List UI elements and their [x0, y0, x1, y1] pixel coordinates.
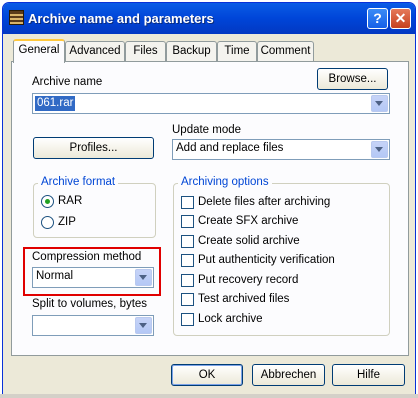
tab-backup[interactable]: Backup: [166, 41, 217, 61]
help-button[interactable]: Hilfe: [332, 364, 405, 386]
split-volumes-label: Split to volumes, bytes: [32, 298, 148, 310]
window-title: Archive name and parameters: [28, 11, 214, 26]
winrar-icon: [9, 10, 24, 25]
chevron-down-icon[interactable]: [135, 269, 152, 286]
status-bar-strip: [0, 394, 418, 398]
archive-name-value: 061.rar: [35, 96, 76, 111]
compression-method-label: Compression method: [32, 251, 142, 263]
create-sfx-label: Create SFX archive: [198, 215, 299, 227]
archiving-options-title: Archiving options: [178, 176, 272, 188]
test-files-label: Test archived files: [198, 293, 290, 305]
rar-label: RAR: [58, 195, 83, 207]
chevron-down-icon[interactable]: [371, 95, 388, 112]
chevron-down-icon[interactable]: [371, 141, 388, 158]
archive-dialog: Archive name and parameters ? ✕ General …: [2, 2, 416, 396]
zip-label: ZIP: [58, 216, 76, 228]
update-mode-label: Update mode: [172, 124, 242, 136]
create-solid-label: Create solid archive: [198, 235, 300, 247]
tab-files[interactable]: Files: [125, 41, 166, 61]
chevron-down-icon[interactable]: [135, 317, 152, 334]
update-mode-value: Add and replace files: [176, 142, 284, 154]
tab-comment[interactable]: Comment: [257, 41, 314, 61]
cancel-button[interactable]: Abbrechen: [252, 364, 325, 386]
create-sfx-checkbox[interactable]: [181, 215, 194, 228]
tab-general[interactable]: General: [13, 39, 65, 63]
zip-radio[interactable]: [41, 216, 54, 229]
delete-files-checkbox[interactable]: [181, 196, 194, 209]
create-solid-checkbox[interactable]: [181, 235, 194, 248]
tab-time[interactable]: Time: [217, 41, 257, 61]
delete-files-label: Delete files after archiving: [198, 196, 331, 208]
lock-archive-checkbox[interactable]: [181, 313, 194, 326]
archive-name-label: Archive name: [32, 76, 103, 88]
authenticity-label: Put authenticity verification: [198, 254, 335, 266]
rar-radio[interactable]: [41, 195, 54, 208]
help-title-button[interactable]: ?: [367, 8, 388, 29]
ok-button[interactable]: OK: [171, 364, 243, 386]
recovery-record-label: Put recovery record: [198, 274, 299, 286]
close-button[interactable]: ✕: [390, 8, 411, 29]
archive-format-group: [33, 183, 156, 238]
test-files-checkbox[interactable]: [181, 293, 194, 306]
tab-advanced[interactable]: Advanced: [65, 41, 125, 61]
profiles-button[interactable]: Profiles...: [33, 137, 154, 159]
split-volumes-select[interactable]: [32, 315, 154, 336]
compression-method-select[interactable]: Normal: [32, 267, 154, 288]
title-bar[interactable]: Archive name and parameters ? ✕: [3, 3, 415, 34]
browse-button[interactable]: Browse...: [317, 68, 388, 90]
authenticity-checkbox[interactable]: [181, 254, 194, 267]
archive-name-field[interactable]: 061.rar: [32, 93, 390, 114]
lock-archive-label: Lock archive: [198, 313, 263, 325]
update-mode-select[interactable]: Add and replace files: [172, 139, 390, 160]
recovery-record-checkbox[interactable]: [181, 274, 194, 287]
archive-format-title: Archive format: [38, 176, 119, 188]
compression-method-value: Normal: [36, 270, 74, 282]
